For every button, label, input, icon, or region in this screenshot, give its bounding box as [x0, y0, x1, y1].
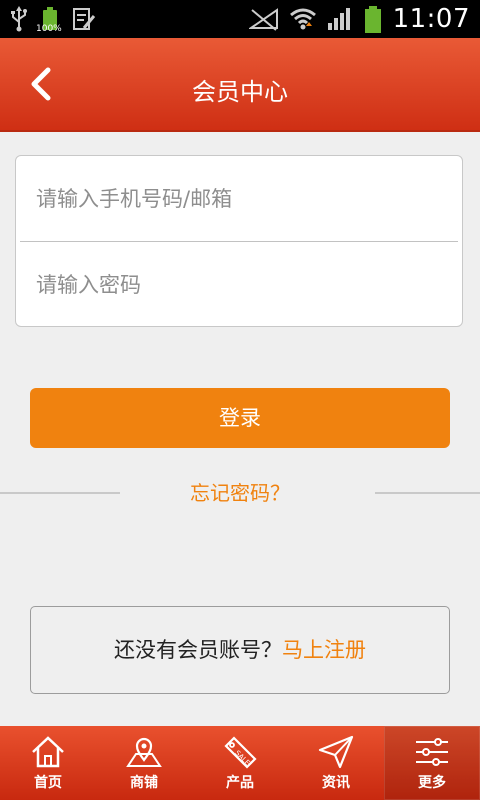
register-link[interactable]: 马上注册 [282, 638, 366, 662]
forgot-password-link[interactable]: 忘记密码？ [0, 478, 480, 508]
sliders-icon [416, 738, 448, 766]
status-bar-system: 11:07 [248, 4, 470, 34]
register-question: 还没有会员账号？ [114, 638, 282, 662]
tab-home[interactable]: 首页 [0, 726, 96, 800]
login-button[interactable]: 登录 [30, 388, 450, 448]
tab-news-label: 资讯 [322, 775, 350, 791]
battery-icon [363, 5, 383, 33]
password-field [16, 242, 462, 327]
sale-tag-icon: SALE [224, 736, 257, 769]
tab-shops[interactable]: 商铺 [96, 726, 192, 800]
map-pin-icon [126, 737, 162, 767]
account-field [16, 156, 462, 241]
wifi-icon [289, 8, 316, 30]
cell-signal-icon [327, 8, 350, 30]
battery-full-icon: 100% [36, 6, 62, 34]
login-form [15, 155, 463, 327]
tab-more-label: 更多 [418, 775, 446, 791]
forgot-password-label[interactable]: 忘记密码？ [190, 481, 290, 505]
status-clock: 11:07 [392, 4, 470, 34]
page-title: 会员中心 [192, 78, 288, 106]
register-box: 还没有会员账号？马上注册 [30, 606, 450, 694]
document-edit-icon [73, 8, 96, 30]
account-input[interactable] [34, 178, 438, 220]
status-bar: 100% 11:07 [0, 0, 480, 38]
usb-icon [11, 6, 27, 32]
tab-products[interactable]: SALE 产品 [192, 726, 288, 800]
tab-home-label: 首页 [34, 775, 62, 791]
app-header: 会员中心 [0, 38, 480, 132]
tab-more[interactable]: 更多 [384, 726, 480, 800]
tab-news[interactable]: 资讯 [288, 726, 384, 800]
home-icon [32, 736, 64, 768]
password-input[interactable] [34, 264, 438, 306]
paper-plane-icon [318, 735, 354, 769]
battery-percent: 100% [36, 24, 62, 34]
no-signal-icon [248, 8, 278, 31]
status-bar-notifications: 100% [10, 4, 96, 34]
tab-products-label: 产品 [226, 775, 254, 791]
tab-shops-label: 商铺 [130, 775, 158, 791]
bottom-tab-bar: 首页 商铺 SALE 产品 资讯 更多 [0, 726, 480, 800]
